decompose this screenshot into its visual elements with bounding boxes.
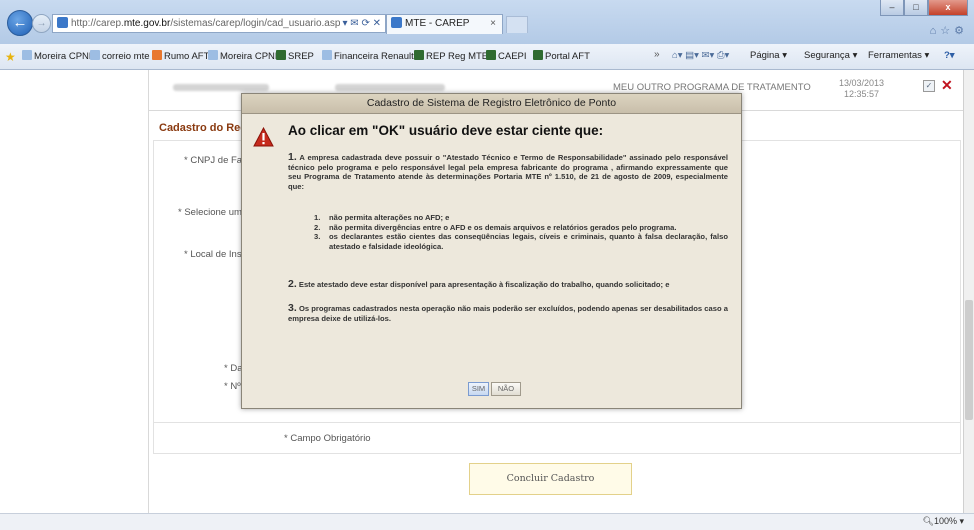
address-bar[interactable]: http://carep.mte.gov.br/sistemas/carep/l…: [52, 14, 386, 33]
browser-titlebar: ← → http://carep.mte.gov.br/sistemas/car…: [0, 0, 974, 44]
redacted-text: [335, 84, 445, 91]
dialog-paragraph-2: 2. Este atestado deve estar disponível p…: [288, 278, 670, 290]
menu-seguranca[interactable]: Segurança ▾: [804, 50, 857, 61]
forward-arrow-icon[interactable]: →: [32, 14, 51, 33]
favorite-item[interactable]: Portal AFT: [533, 50, 590, 62]
site-favicon-icon: [57, 17, 68, 28]
favorites-star-icon[interactable]: ★: [5, 50, 16, 64]
vertical-scrollbar[interactable]: [963, 70, 974, 513]
no-button[interactable]: NÃO: [491, 382, 521, 396]
favorite-item[interactable]: SREP: [276, 50, 314, 62]
minimize-button[interactable]: –: [880, 0, 904, 16]
list-item: 1. não permita alterações no AFD; e: [314, 213, 450, 222]
dialog-requirements-list: 1. não permita alterações no AFD; e 2. não…: [314, 213, 728, 251]
home-favorites-tools-icons[interactable]: ⌂☆⚙: [930, 24, 968, 37]
yes-button[interactable]: SIM: [468, 382, 489, 396]
favorite-icon: [22, 50, 32, 60]
label-selecione: * Selecione um r: [178, 207, 248, 218]
close-window-button[interactable]: x: [928, 0, 968, 16]
list-item: 2. não permita divergências entre o AFD e…: [314, 222, 677, 232]
maximize-button[interactable]: □: [904, 0, 928, 16]
favorite-item[interactable]: Rumo AFT: [152, 50, 209, 62]
section-title: Cadastro do Reg: [159, 122, 248, 134]
concluir-cadastro-button[interactable]: Concluir Cadastro: [469, 463, 632, 495]
new-tab-button[interactable]: [506, 16, 528, 33]
label-local: * Local de Inst: [184, 249, 245, 260]
favorites-chevron-icon[interactable]: »: [654, 49, 660, 60]
url-text: http://carep.mte.gov.br/sistemas/carep/l…: [71, 18, 341, 29]
favorite-item[interactable]: Financeira Renault: [322, 50, 414, 62]
dialog-paragraph-3: 3. Os programas cadastrados nesta operaç…: [288, 302, 728, 323]
window-controls: – □ x: [880, 0, 968, 16]
scrollbar-thumb[interactable]: [965, 300, 973, 420]
tab-favicon-icon: [391, 17, 402, 28]
list-item: 3. os declarantes estão cientes das conse…: [314, 232, 728, 251]
command-icons[interactable]: ⌂▾ ▤▾ ✉▾ ⎙▾: [672, 50, 729, 61]
dialog-title: Cadastro de Sistema de Registro Eletrôni…: [242, 94, 741, 114]
confirmation-dialog: Cadastro de Sistema de Registro Eletrôni…: [241, 93, 742, 409]
edit-check-icon[interactable]: ✓: [923, 80, 935, 92]
favorite-icon: [276, 50, 286, 60]
favorite-icon: [414, 50, 424, 60]
favorite-item[interactable]: Moreira CPND: [208, 50, 282, 62]
favorite-icon: [486, 50, 496, 60]
menu-ferramentas[interactable]: Ferramentas ▾: [868, 50, 929, 61]
favorite-item[interactable]: Moreira CPND: [22, 50, 96, 62]
favorite-item[interactable]: correio mte: [90, 50, 150, 62]
zoom-level[interactable]: 🔍︎100% ▾: [923, 516, 965, 527]
favorite-icon: [208, 50, 218, 60]
program-datetime: 13/03/2013 12:35:57: [839, 78, 885, 99]
required-note-row: * Campo Obrigatório: [153, 422, 961, 454]
favorite-item[interactable]: REP Reg MTE: [414, 50, 488, 62]
required-note: * Campo Obrigatório: [284, 433, 371, 444]
delete-x-icon[interactable]: ✕: [941, 77, 953, 94]
address-tools[interactable]: ▾ ✉ ⟳ ✕: [343, 15, 382, 32]
program-name: MEU OUTRO PROGRAMA DE TRATAMENTO: [613, 82, 811, 93]
favorite-item[interactable]: CAEPI: [486, 50, 527, 62]
tab-title: MTE - CAREP: [405, 18, 470, 29]
zoom-icon: 🔍︎: [922, 516, 934, 526]
help-icon[interactable]: ?▾: [944, 50, 955, 61]
favorite-icon: [322, 50, 332, 60]
label-cnpj: * CNPJ de Fab: [184, 155, 248, 166]
favorite-icon: [152, 50, 162, 60]
favorite-icon: [533, 50, 543, 60]
warning-icon: [253, 127, 274, 147]
menu-pagina[interactable]: Página ▾: [750, 50, 787, 61]
label-numero: * Nº: [224, 381, 241, 392]
tab-close-icon[interactable]: ×: [490, 15, 496, 33]
dialog-heading: Ao clicar em "OK" usuário deve estar cie…: [288, 123, 604, 138]
dialog-paragraph-1: 1. A empresa cadastrada deve possuir o "…: [288, 151, 729, 191]
redacted-text: [173, 84, 269, 91]
favorites-bar: ★ Moreira CPND correio mte Rumo AFT More…: [0, 44, 974, 70]
favorite-icon: [90, 50, 100, 60]
status-bar: 🔍︎100% ▾: [0, 513, 974, 530]
tab-mte-carep[interactable]: MTE - CAREP ×: [386, 14, 503, 34]
back-arrow-icon[interactable]: ←: [7, 10, 33, 36]
